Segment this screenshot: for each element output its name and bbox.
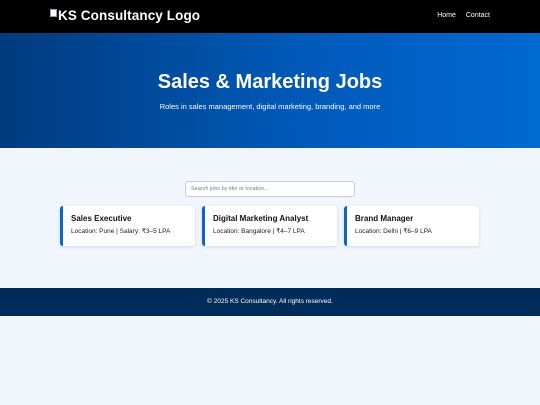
logo-alt-text: KS Consultancy Logo (58, 8, 201, 23)
job-detail: Location: Bangalore | ₹4–7 LPA (213, 228, 305, 235)
job-card-list: Sales Executive Location: Pune | Salary:… (60, 206, 480, 246)
page-subtitle: Roles in sales management, digital marke… (159, 102, 381, 111)
job-detail: Location: Delhi | ₹6–9 LPA (355, 228, 432, 235)
main-nav: Home Contact (437, 12, 490, 19)
job-title: Digital Marketing Analyst (213, 214, 309, 223)
top-navbar: KS Consultancy Logo Home Contact (0, 0, 540, 33)
company-logo[interactable]: KS Consultancy Logo (50, 8, 200, 23)
job-search-input[interactable] (185, 181, 355, 197)
job-card-brand-manager[interactable]: Brand Manager Location: Delhi | ₹6–9 LPA (344, 206, 479, 246)
hero-banner: Sales & Marketing Jobs Roles in sales ma… (0, 33, 540, 148)
page-title: Sales & Marketing Jobs (157, 71, 383, 93)
broken-image-icon (50, 8, 57, 17)
page-footer: © 2025 KS Consultancy. All rights reserv… (0, 288, 540, 316)
job-card-digital-marketing-analyst[interactable]: Digital Marketing Analyst Location: Bang… (202, 206, 337, 246)
copyright-text: © 2025 KS Consultancy. All rights reserv… (207, 298, 333, 305)
job-card-sales-executive[interactable]: Sales Executive Location: Pune | Salary:… (60, 206, 195, 246)
job-title: Brand Manager (355, 214, 414, 223)
nav-link-contact[interactable]: Contact (466, 12, 490, 19)
job-detail: Location: Pune | Salary: ₹3–5 LPA (71, 228, 171, 235)
job-title: Sales Executive (71, 214, 132, 223)
nav-link-home[interactable]: Home (437, 12, 456, 19)
